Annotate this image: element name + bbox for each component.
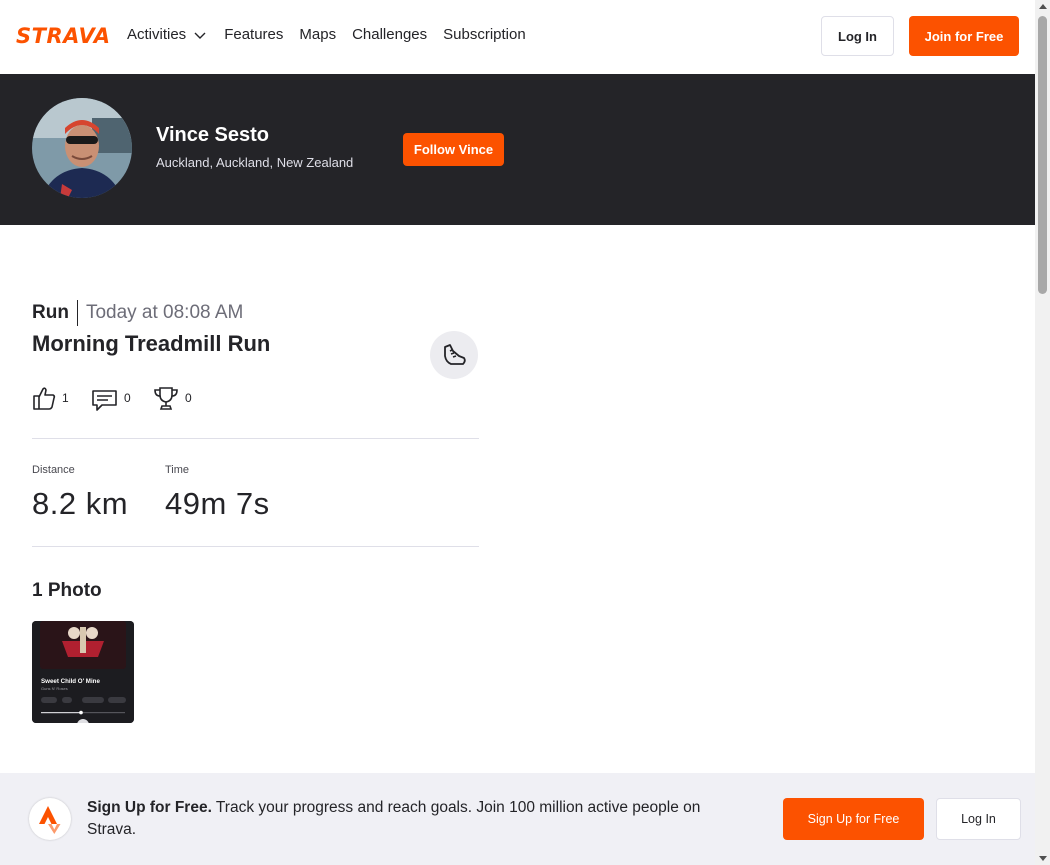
strava-logo[interactable]: STRAVA — [16, 24, 111, 48]
divider — [32, 438, 479, 439]
main-nav: Activities Features Maps Challenges Subs… — [127, 25, 542, 45]
athlete-name[interactable]: Vince Sesto — [156, 124, 269, 147]
comments-button[interactable]: 0 — [91, 384, 131, 412]
photos-title: 1 Photo — [32, 580, 102, 601]
vertical-scrollbar[interactable] — [1035, 0, 1050, 865]
stat-time: Time 49m 7s — [165, 464, 270, 522]
kudos-button[interactable]: 1 — [32, 384, 69, 412]
thumbs-up-icon — [33, 387, 56, 410]
signup-bold-text: Sign Up for Free. — [87, 799, 212, 816]
join-button[interactable]: Join for Free — [909, 16, 1019, 56]
sport-badge — [430, 331, 478, 379]
athlete-avatar[interactable] — [32, 98, 132, 198]
activity-date: Today at 08:08 AM — [85, 302, 244, 323]
nav-item-features[interactable]: Features — [224, 25, 283, 45]
chevron-down-icon — [194, 32, 206, 39]
athlete-header: Vince Sesto Auckland, Auckland, New Zeal… — [0, 74, 1035, 225]
login-button[interactable]: Log In — [821, 16, 894, 56]
kudos-count: 1 — [62, 391, 69, 405]
nav-item-activities[interactable]: Activities — [127, 25, 208, 45]
divider — [32, 546, 479, 547]
signup-button[interactable]: Sign Up for Free — [783, 798, 924, 840]
comments-count: 0 — [124, 391, 131, 405]
activity-type: Run — [32, 300, 78, 326]
signup-text: Sign Up for Free. Track your progress an… — [87, 797, 747, 841]
comment-icon — [92, 390, 117, 411]
song-title: Sweet Child O' Mine — [41, 678, 100, 685]
scroll-up-arrow-icon[interactable] — [1039, 4, 1047, 9]
stat-value: 8.2 km — [32, 486, 129, 521]
logo-text: STRAVA — [16, 24, 111, 48]
achievements-count: 0 — [185, 391, 192, 405]
stat-label: Time — [165, 464, 190, 476]
top-navigation: STRAVA Activities Features Maps Challeng… — [0, 0, 1035, 74]
running-shoe-icon — [444, 344, 466, 365]
footer-login-button[interactable]: Log In — [936, 798, 1021, 840]
follow-button[interactable]: Follow Vince — [403, 133, 504, 166]
nav-item-subscription[interactable]: Subscription — [443, 25, 526, 45]
trophy-icon — [154, 387, 178, 410]
photo-image: Sweet Child O' Mine Guns N' Roses — [32, 621, 134, 723]
nav-item-maps[interactable]: Maps — [299, 25, 336, 45]
stat-distance: Distance 8.2 km — [32, 464, 128, 522]
strava-mark-icon — [29, 798, 71, 840]
achievements-button[interactable]: 0 — [153, 384, 192, 412]
photo-thumbnail[interactable]: Sweet Child O' Mine Guns N' Roses — [32, 621, 134, 723]
activity-title: Morning Treadmill Run — [32, 331, 271, 356]
stat-label: Distance — [32, 464, 75, 476]
avatar-image — [32, 98, 132, 198]
athlete-location: Auckland, Auckland, New Zealand — [156, 155, 354, 170]
nav-item-challenges[interactable]: Challenges — [352, 25, 427, 45]
song-artist: Guns N' Roses — [41, 686, 68, 691]
stat-value: 49m 7s — [165, 486, 270, 521]
scroll-thumb[interactable] — [1038, 16, 1047, 294]
signup-banner: Sign Up for Free. Track your progress an… — [0, 773, 1035, 865]
scroll-down-arrow-icon[interactable] — [1039, 856, 1047, 861]
activity-meta: Run Today at 08:08 AM — [32, 300, 243, 326]
nav-activities-label: Activities — [127, 26, 187, 43]
